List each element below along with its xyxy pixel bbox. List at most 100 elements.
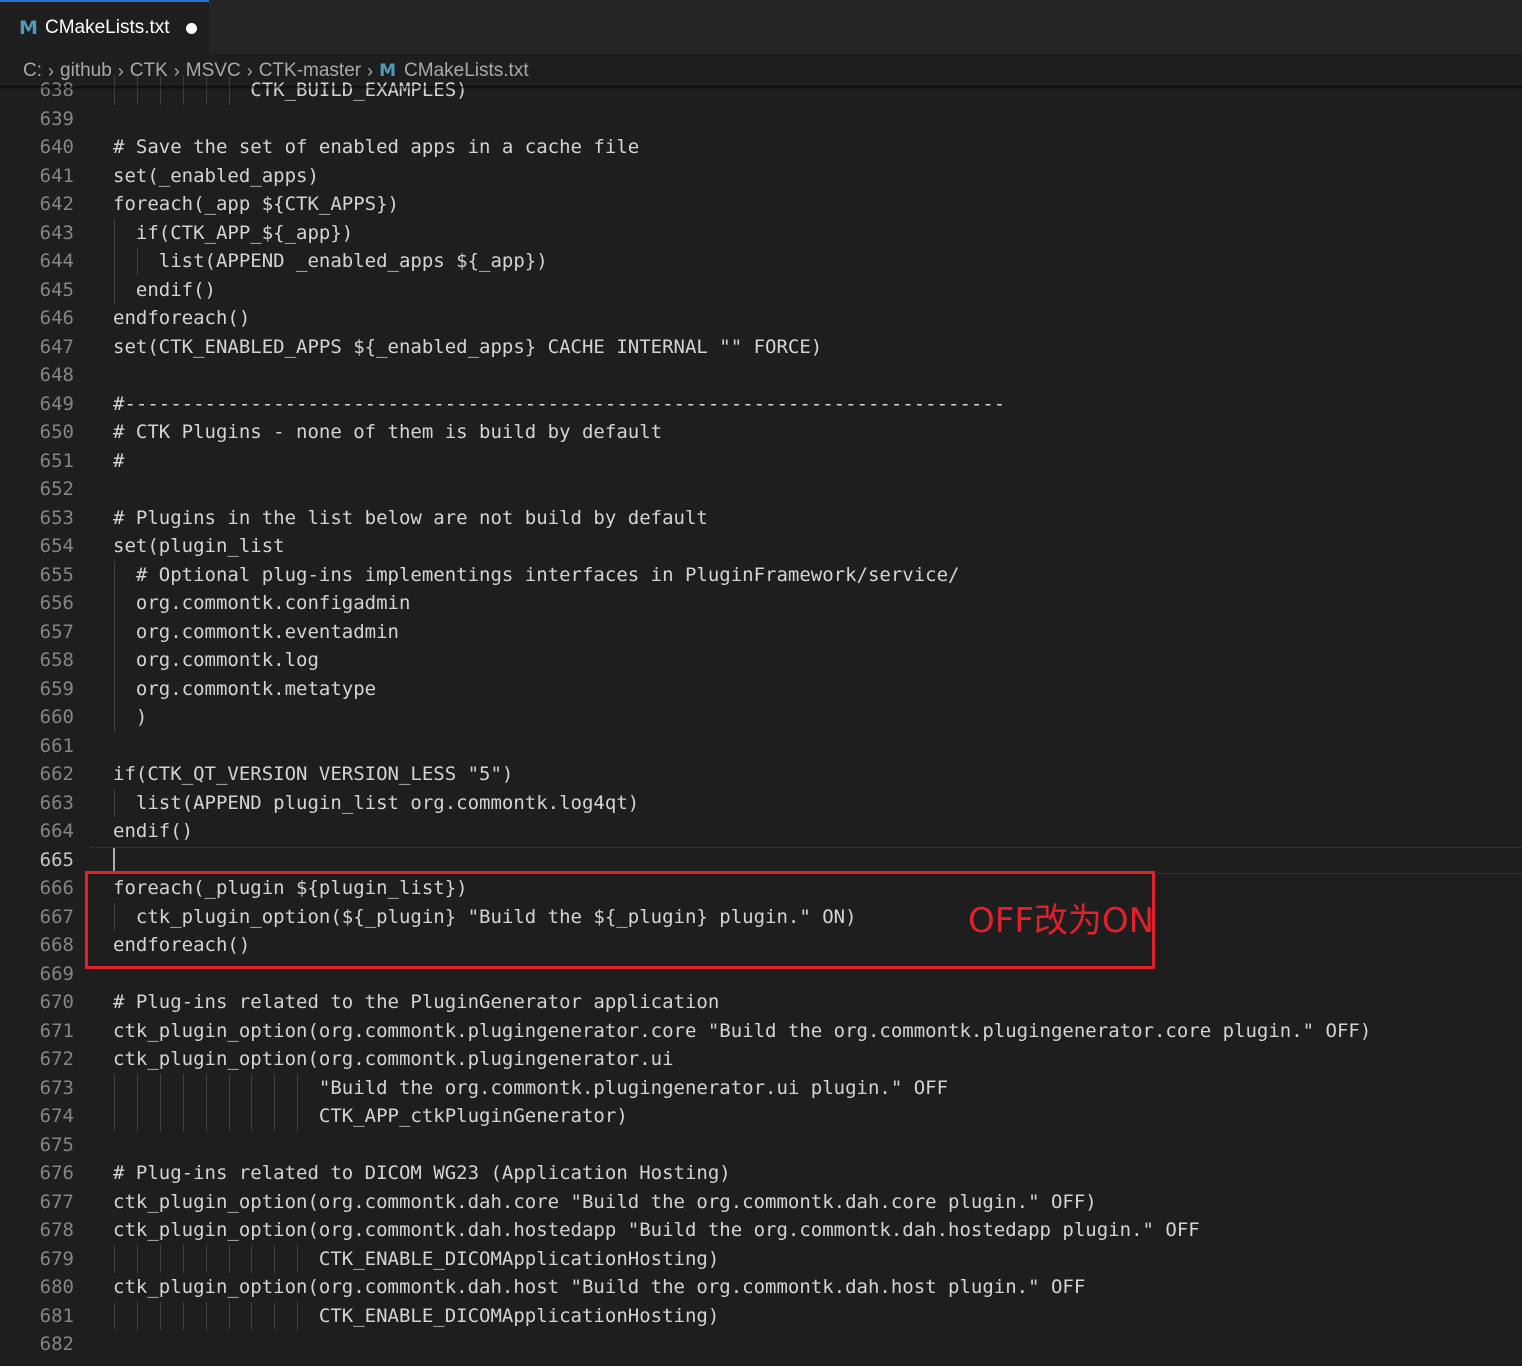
line-number: 647 <box>39 335 74 358</box>
code-line[interactable]: 648 <box>0 361 1522 390</box>
line-number: 666 <box>39 877 74 899</box>
line-number: 653 <box>39 506 74 529</box>
tab-title: CMakeLists.txt <box>45 17 170 38</box>
tab-cmakelists[interactable]: M CMakeLists.txt <box>0 0 209 54</box>
line-number: 661 <box>39 734 74 757</box>
line-number: 658 <box>39 649 74 671</box>
code-line[interactable]: 640 # Save the set of enabled apps in a c… <box>0 133 1522 162</box>
line-number: 667 <box>39 905 74 928</box>
code-line[interactable]: 680 ctk_plugin_option(org.commontk.dah.ho… <box>0 1273 1522 1302</box>
code-line[interactable]: 674 CTK_APP_ctkPluginGenerator) <box>0 1102 1522 1131</box>
code-line[interactable]: 641 set(_enabled_apps) <box>0 162 1522 191</box>
code-line[interactable]: 653 # Plugins in the list below are not b… <box>0 504 1522 533</box>
line-number: 680 <box>39 1276 74 1298</box>
line-number: 673 <box>39 1076 74 1099</box>
code-line[interactable]: 664 endif() <box>0 817 1522 846</box>
code-line[interactable]: 678 ctk_plugin_option(org.commontk.dah.ho… <box>0 1216 1522 1245</box>
code-line[interactable]: 661 <box>0 732 1522 761</box>
code-text: # Plug-ins related to the PluginGenerato… <box>113 991 720 1013</box>
code-line[interactable]: 681 CTK_ENABLE_DICOMApplicationHosting) <box>0 1301 1522 1330</box>
code-line[interactable]: 655 # Optional plug-ins implementings in… <box>0 560 1522 589</box>
code-text: ctk_plugin_option(org.commontk.dah.host … <box>113 1276 1086 1298</box>
code-text: org.commontk.log <box>113 649 319 671</box>
code-text: endif() <box>113 278 216 301</box>
code-line[interactable]: 679 CTK_ENABLE_DICOMApplicationHosting) <box>0 1244 1522 1273</box>
code-line[interactable]: 650 # CTK Plugins - none of them is build… <box>0 418 1522 447</box>
code-text: # Save the set of enabled apps in a cach… <box>113 136 640 158</box>
code-text: CTK_BUILD_EXAMPLES) <box>113 79 468 101</box>
code-line[interactable]: 642 foreach(_app ${CTK_APPS}) <box>0 190 1522 219</box>
code-line[interactable]: 662 if(CTK_QT_VERSION VERSION_LESS "5") <box>0 760 1522 789</box>
line-number: 651 <box>39 449 74 472</box>
code-line[interactable]: 677 ctk_plugin_option(org.commontk.dah.co… <box>0 1188 1522 1217</box>
line-number: 648 <box>39 364 74 386</box>
line-number: 672 <box>39 1048 74 1070</box>
code-text: CTK_ENABLE_DICOMApplicationHosting) <box>113 1247 720 1270</box>
code-text: list(APPEND _enabled_apps ${_app}) <box>113 250 548 272</box>
code-text: # Optional plug-ins implementings interf… <box>113 563 960 586</box>
line-number: 649 <box>39 392 74 415</box>
line-number: 654 <box>39 535 74 557</box>
code-line[interactable]: 656 org.commontk.configadmin <box>0 589 1522 618</box>
line-number: 660 <box>39 706 74 728</box>
code-line[interactable]: 670 # Plug-ins related to the PluginGener… <box>0 988 1522 1017</box>
code-text: list(APPEND plugin_list org.commontk.log… <box>113 791 640 814</box>
code-line[interactable]: 644 list(APPEND _enabled_apps ${_app}) <box>0 247 1522 276</box>
line-number: 638 <box>39 79 74 101</box>
code-line[interactable]: 657 org.commontk.eventadmin <box>0 617 1522 646</box>
code-line[interactable]: 638 CTK_BUILD_EXAMPLES) <box>0 76 1522 105</box>
code-text: #---------------------------------------… <box>113 392 1006 415</box>
line-number: 657 <box>39 620 74 643</box>
code-text: if(CTK_APP_${_app}) <box>113 221 354 244</box>
line-number: 643 <box>39 221 74 244</box>
code-line[interactable]: 646 endforeach() <box>0 304 1522 333</box>
line-number: 668 <box>39 934 74 956</box>
code-line[interactable]: 649 #------------------------------------… <box>0 390 1522 419</box>
line-number: 678 <box>39 1219 74 1241</box>
code-line[interactable]: 647 set(CTK_ENABLED_APPS ${_enabled_apps}… <box>0 333 1522 362</box>
code-text: org.commontk.configadmin <box>113 592 411 614</box>
scroll-shadow <box>0 86 1522 90</box>
code-text: # Plugins in the list below are not buil… <box>113 506 708 529</box>
line-number: 640 <box>39 136 74 158</box>
code-line[interactable]: 660 ) <box>0 703 1522 732</box>
line-number: 655 <box>39 563 74 586</box>
line-number: 642 <box>39 193 74 215</box>
line-number: 682 <box>39 1333 74 1355</box>
code-line[interactable]: 676 # Plug-ins related to DICOM WG23 (App… <box>0 1159 1522 1188</box>
code-text: org.commontk.eventadmin <box>113 620 399 643</box>
line-number: 671 <box>39 1019 74 1042</box>
code-line[interactable]: 659 org.commontk.metatype <box>0 674 1522 703</box>
code-line[interactable]: 639 <box>0 105 1522 134</box>
line-number: 646 <box>39 307 74 329</box>
text-caret <box>113 847 115 873</box>
line-number: 675 <box>39 1133 74 1156</box>
code-line[interactable]: 643 if(CTK_APP_${_app}) <box>0 218 1522 247</box>
code-text: set(plugin_list <box>113 535 285 557</box>
current-line-highlight <box>90 846 1522 874</box>
code-line[interactable]: 658 org.commontk.log <box>0 646 1522 675</box>
code-line[interactable]: 663 list(APPEND plugin_list org.commontk… <box>0 788 1522 817</box>
code-line[interactable]: 651 # <box>0 447 1522 476</box>
code-line[interactable]: 672 ctk_plugin_option(org.commontk.plugin… <box>0 1045 1522 1074</box>
code-line[interactable]: 665 <box>0 846 1522 875</box>
code-line[interactable]: 652 <box>0 475 1522 504</box>
code-line[interactable]: 682 <box>0 1330 1522 1359</box>
line-number: 681 <box>39 1304 74 1327</box>
code-editor[interactable]: 638 CTK_BUILD_EXAMPLES) 639 640 # Save the … <box>0 76 1522 1366</box>
line-number: 670 <box>39 991 74 1013</box>
line-number: 674 <box>39 1105 74 1127</box>
line-number: 650 <box>39 421 74 443</box>
line-number: 652 <box>39 478 74 500</box>
code-text: # <box>113 449 125 472</box>
code-line[interactable]: 654 set(plugin_list <box>0 532 1522 561</box>
code-text: ctk_plugin_option(org.commontk.plugingen… <box>113 1048 674 1070</box>
code-line[interactable]: 675 <box>0 1131 1522 1160</box>
code-line[interactable]: 645 endif() <box>0 275 1522 304</box>
code-line[interactable]: 671 ctk_plugin_option(org.commontk.plugin… <box>0 1017 1522 1046</box>
code-line[interactable]: 673 "Build the org.commontk.plugingenera… <box>0 1073 1522 1102</box>
line-number: 659 <box>39 677 74 700</box>
code-text: ctk_plugin_option(org.commontk.dah.hoste… <box>113 1219 1200 1241</box>
code-text: set(CTK_ENABLED_APPS ${_enabled_apps} CA… <box>113 335 823 358</box>
unsaved-dot-icon[interactable] <box>185 22 197 34</box>
